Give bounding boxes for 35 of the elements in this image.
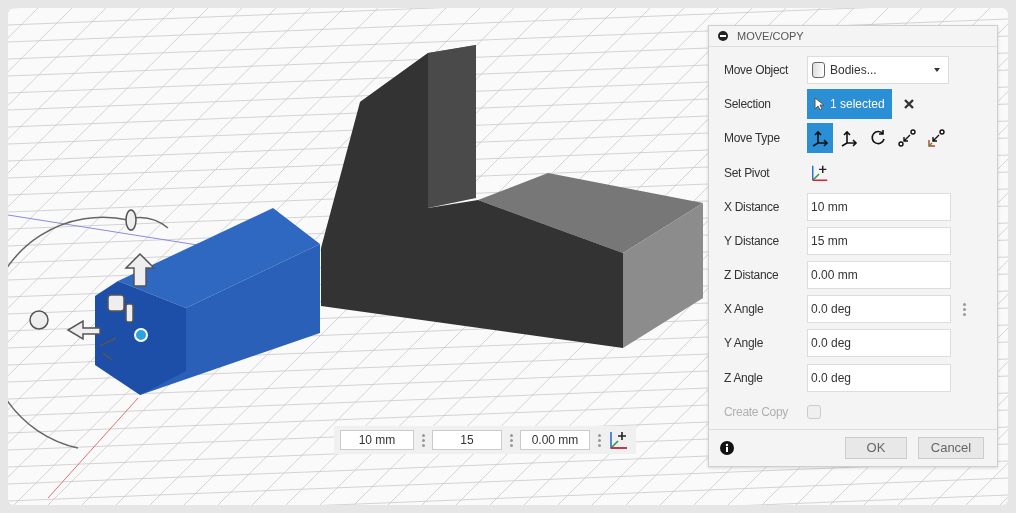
field-label: Y Angle [724,336,765,351]
caret-icon [934,67,940,72]
move-object-dropdown[interactable]: Bodies... [807,55,949,84]
cancel-button[interactable]: Cancel [918,436,984,459]
field-label: X Distance [724,199,781,214]
info-icon[interactable] [720,440,734,455]
pivot-axes-icon[interactable] [608,429,630,451]
dialog-title: MOVE/COPY [737,29,804,42]
3d-viewport[interactable] [8,8,1008,505]
value-field[interactable]: 0.00 mm [807,261,951,290]
field-label: Create Copy [724,404,790,419]
value-field[interactable]: 0.00 mm [520,430,590,450]
value-field[interactable]: 0.0 deg [807,363,951,392]
selection-button[interactable]: 1 selected [807,89,892,120]
field-label: Z Distance [724,268,780,283]
field-label: Selection [724,97,772,112]
field-label: X Angle [724,302,765,317]
value-field[interactable]: 0.0 deg [807,295,951,324]
more-options-icon[interactable] [961,302,967,316]
field-label: Move Type [724,131,781,146]
field-label: Z Angle [724,370,764,385]
free-move-icon[interactable] [807,123,833,154]
value-field[interactable]: 10 mm [807,192,951,221]
ok-button[interactable]: OK [845,436,907,459]
value-field[interactable]: 15 [432,430,502,450]
body-icon [812,61,825,78]
field-label: Y Distance [724,233,780,248]
close-icon[interactable] [902,98,915,111]
collapse-icon[interactable] [718,30,728,41]
value-field[interactable]: 15 mm [807,226,951,255]
field-label: Move Object [724,62,790,77]
field-label: Set Pivot [724,165,771,180]
value-field[interactable]: 0.0 deg [807,329,951,358]
value-field[interactable]: 10 mm [340,430,414,450]
pointer-icon [814,97,825,112]
